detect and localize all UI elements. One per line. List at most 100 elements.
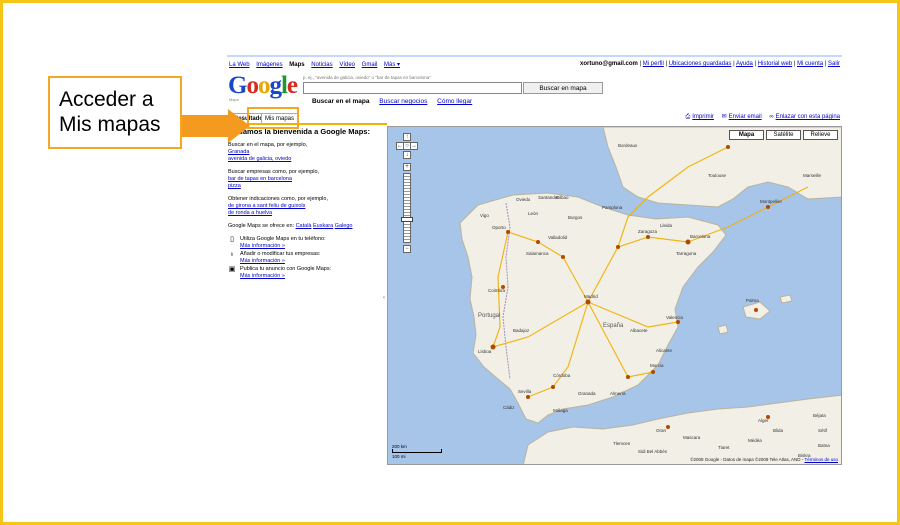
search-input[interactable]: [303, 82, 522, 94]
callout-box: Acceder a Mis mapas: [48, 76, 182, 149]
map-type-terrain[interactable]: Relieve: [803, 130, 838, 140]
label-coimbra: Coimbra: [488, 288, 506, 293]
label-oviedo: Oviedo: [516, 197, 531, 202]
lang-galego[interactable]: Galego: [335, 223, 353, 229]
label-burgos: Burgos: [568, 215, 583, 220]
scale-line: [392, 449, 442, 453]
label-santander: Santander: [538, 195, 559, 200]
label-sidi: Sidi Bel Abbès: [638, 449, 668, 454]
example-link[interactable]: de girona a sant feliu de guixols: [228, 203, 383, 210]
label-lisboa: Lisboa: [478, 349, 492, 354]
search-modes: Buscar en el mapa Buscar negocios Cómo l…: [312, 98, 480, 105]
land-ibiza: [717, 324, 729, 335]
mode-search-map[interactable]: Buscar en el mapa: [312, 98, 369, 105]
label-oran: Oran: [656, 428, 667, 433]
link-account[interactable]: Mi cuenta: [797, 61, 823, 67]
label-alger: Alger: [758, 418, 769, 423]
label-tarragona: Tarragona: [676, 251, 697, 256]
pan-up-icon[interactable]: ↑: [403, 133, 411, 141]
collapse-sidebar-icon[interactable]: ‹: [383, 295, 385, 301]
map-view[interactable]: Portugal España Lisboa Madrid Zaragoza B…: [387, 126, 842, 465]
label-cordoba: Córdoba: [553, 373, 571, 378]
callout-line-2: Mis mapas: [59, 113, 161, 136]
example-link[interactable]: avenida de galicia, oviedo: [228, 156, 383, 163]
example-link[interactable]: de ronda a huelva: [228, 210, 383, 217]
zoom-slider[interactable]: [403, 173, 411, 243]
email-icon: ✉: [721, 114, 727, 120]
example-link[interactable]: Granada: [228, 149, 383, 156]
label-valencia: Valencia: [666, 315, 683, 320]
label-batna: Batna: [818, 443, 830, 448]
sidebar: Te damos la bienvenida a Google Maps: Bu…: [228, 128, 383, 281]
ad-icon: ▣: [228, 266, 236, 273]
label-sevilla: Sevilla: [518, 389, 532, 394]
example-link[interactable]: bar de tapas en barcelona: [228, 176, 383, 183]
map-type-satellite[interactable]: Satélite: [766, 130, 801, 140]
label-almeria: Almería: [610, 391, 626, 396]
example-block-business: Buscar empresas como, por ejemplo, bar d…: [228, 169, 383, 190]
terms-link[interactable]: Términos de uso: [804, 457, 838, 462]
languages: Google Maps se ofrece en: Català Euskara…: [228, 223, 353, 229]
label-vigo: Vigo: [480, 213, 489, 218]
page-link[interactable]: Enlazar con esta página: [776, 114, 840, 120]
callout-line-1: Acceder a: [59, 88, 154, 111]
promo-business: ♁ Añadir o modificar tus empresas: Más in…: [229, 251, 321, 265]
example-link[interactable]: pizza: [228, 183, 383, 190]
more-info-link[interactable]: Más información »: [240, 273, 331, 280]
lang-euskara[interactable]: Euskara: [313, 223, 333, 229]
label-malaga: Málaga: [553, 408, 568, 413]
label-leon: León: [528, 211, 539, 216]
google-maps-screenshot: La Web Imágenes Maps Noticias Vídeo Gmai…: [227, 55, 842, 465]
print-link[interactable]: Imprimir: [692, 114, 714, 120]
nav-web[interactable]: La Web: [229, 62, 250, 68]
map-type-controls: Mapa Satélite Relieve: [729, 130, 838, 140]
zoom-control: ↑ ← ○ → ↓ + −: [396, 133, 418, 253]
label-barcelona: Barcelona: [690, 234, 711, 239]
nav-images[interactable]: Imágenes: [256, 62, 282, 68]
mode-search-business[interactable]: Buscar negocios: [379, 98, 427, 105]
top-navigation: La Web Imágenes Maps Noticias Vídeo Gmai…: [227, 61, 842, 71]
pin-icon: ♁: [229, 251, 235, 258]
label-marseille: Marseille: [803, 173, 822, 178]
google-logo[interactable]: Google: [228, 73, 298, 98]
label-setif: Sétif: [818, 428, 828, 433]
link-signout[interactable]: Salir: [828, 61, 840, 67]
pan-down-icon[interactable]: ↓: [403, 151, 411, 159]
nav-video[interactable]: Vídeo: [339, 62, 355, 68]
link-help[interactable]: Ayuda: [736, 61, 753, 67]
link-saved-locations[interactable]: Ubicaciones guardadas: [669, 61, 732, 67]
example-block-search: Buscar en el mapa, por ejemplo, Granada …: [228, 142, 383, 163]
email-link[interactable]: Enviar email: [729, 114, 762, 120]
zoom-slider-handle[interactable]: [401, 217, 413, 222]
nav-gmail[interactable]: Gmail: [362, 62, 378, 68]
link-history[interactable]: Historial web: [758, 61, 792, 67]
lang-catala[interactable]: Català: [296, 223, 312, 229]
scale-mi: 100 mi: [392, 454, 406, 459]
label-mascara: Mascara: [683, 435, 701, 440]
phone-icon: ▯: [230, 236, 234, 243]
nav-news[interactable]: Noticias: [311, 62, 332, 68]
label-tlemcen: Tlemcen: [613, 441, 631, 446]
map-type-map[interactable]: Mapa: [729, 130, 764, 140]
land-menorca: [779, 294, 793, 304]
print-icon: ⎙: [685, 114, 691, 120]
zoom-out-icon[interactable]: −: [403, 245, 411, 253]
link-icon: ∞: [769, 114, 774, 120]
my-maps-highlight: [247, 107, 299, 129]
search-map-button[interactable]: Buscar en mapa: [523, 82, 603, 94]
label-granada: Granada: [578, 391, 596, 396]
more-info-link[interactable]: Más información »: [240, 243, 326, 250]
map-canvas: Portugal España Lisboa Madrid Zaragoza B…: [459, 127, 841, 464]
account-links: xortuno@gmail.com | Mi perfil | Ubicacio…: [580, 61, 840, 67]
zoom-in-icon[interactable]: +: [403, 163, 411, 171]
link-profile[interactable]: Mi perfil: [643, 61, 664, 67]
service-links: La Web Imágenes Maps Noticias Vídeo Gmai…: [229, 61, 405, 68]
more-info-link[interactable]: Más información »: [240, 258, 320, 265]
mode-directions[interactable]: Cómo llegar: [437, 98, 472, 105]
nav-more[interactable]: Más ▾: [384, 62, 400, 68]
scale-bar: 200 km 100 mi: [392, 444, 442, 459]
pan-right-icon[interactable]: →: [410, 142, 418, 150]
label-cadiz: Cádiz: [503, 405, 515, 410]
example-block-directions: Obtener indicaciones como, por ejemplo, …: [228, 196, 383, 217]
map-actions: ⎙ Imprimir ✉ Enviar email ∞ Enlazar con est…: [679, 113, 840, 121]
